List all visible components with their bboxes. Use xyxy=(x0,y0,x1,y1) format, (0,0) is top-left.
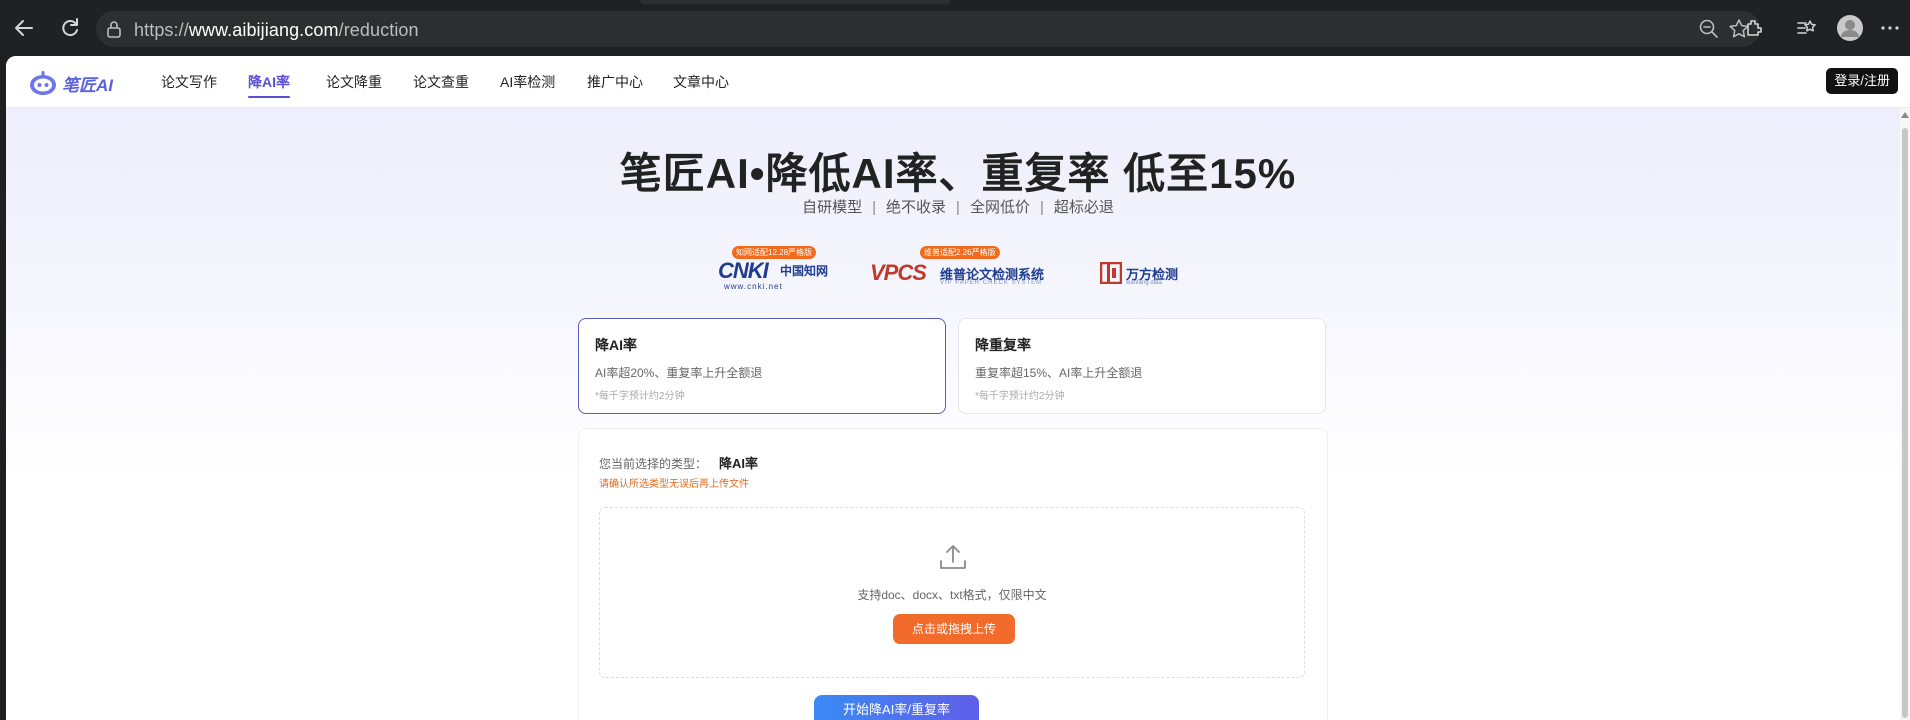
zoom-icon[interactable] xyxy=(1698,18,1720,45)
url-text[interactable]: https://www.aibijiang.com/reduction xyxy=(134,20,419,41)
more-menu-icon[interactable] xyxy=(1874,12,1906,44)
selected-type-row: 您当前选择的类型： 降AI率 xyxy=(599,453,758,472)
upload-button[interactable]: 点击或拖拽上传 xyxy=(893,614,1015,644)
upload-icon xyxy=(940,545,966,569)
login-register-button[interactable]: 登录/注册 xyxy=(1826,68,1898,94)
back-icon[interactable] xyxy=(8,12,40,44)
feature-list: 自研模型 | 绝不收录 | 全网低价 | 超标必退 xyxy=(802,199,1114,216)
wanfang-partner-logo: 万方检测 wanfang data xyxy=(1096,246,1196,294)
card-description: AI率超20%、重复率上升全额退 xyxy=(595,366,763,380)
nav-item-paper-writing[interactable]: 论文写作 xyxy=(161,72,217,92)
card-title: 降重复率 xyxy=(975,337,1031,353)
web-page: 笔匠AI 论文写作 降AI率 论文降重 论文查重 AI率检测 推广中心 文章中心… xyxy=(6,56,1910,720)
card-description: 重复率超15%、AI率上升全额退 xyxy=(975,366,1143,380)
upload-format-hint: 支持doc、docx、txt格式，仅限中文 xyxy=(857,588,1047,602)
scrollbar-thumb[interactable] xyxy=(1902,128,1908,718)
robot-logo-icon xyxy=(30,71,56,95)
selected-type-label: 您当前选择的类型： xyxy=(599,457,708,471)
reload-icon[interactable] xyxy=(54,12,86,44)
favorites-list-icon[interactable] xyxy=(1790,12,1822,44)
option-card-reduce-ai[interactable]: 降AI率 AI率超20%、重复率上升全额退 *每千字预计约2分钟 xyxy=(578,318,946,414)
feature-item: 全网低价 xyxy=(969,199,1030,216)
option-card-reduce-duplication[interactable]: 降重复率 重复率超15%、AI率上升全额退 *每千字预计约2分钟 xyxy=(958,318,1326,414)
feature-item: 超标必退 xyxy=(1053,199,1114,216)
logo-text: 笔匠AI xyxy=(62,75,113,95)
nav-item-reduce-ai-rate[interactable]: 降AI率 xyxy=(248,72,290,98)
start-reduction-button[interactable]: 开始降AI率/重复率 xyxy=(814,695,979,720)
upload-warning: 请确认所选类型无误后再上传文件 xyxy=(599,479,749,490)
top-nav: 笔匠AI 论文写作 降AI率 论文降重 论文查重 AI率检测 推广中心 文章中心… xyxy=(6,56,1910,108)
lock-icon[interactable] xyxy=(106,20,122,43)
nav-item-promotion-center[interactable]: 推广中心 xyxy=(587,72,643,92)
selected-type-value: 降AI率 xyxy=(719,456,759,471)
nav-item-article-center[interactable]: 文章中心 xyxy=(673,72,729,92)
wanfang-mark-icon xyxy=(1100,262,1122,284)
scroll-up-arrow-icon[interactable] xyxy=(1901,112,1909,118)
address-bar[interactable]: https://www.aibijiang.com/reduction xyxy=(96,11,1760,47)
page-title: 笔匠AI•降低AI率、重复率 低至15% xyxy=(619,150,1297,197)
feature-item: 自研模型 xyxy=(802,199,863,216)
nav-item-plagiarism-check[interactable]: 论文查重 xyxy=(413,72,469,92)
nav-item-paper-dedup[interactable]: 论文降重 xyxy=(326,72,382,92)
extensions-icon[interactable] xyxy=(1738,12,1770,44)
vpcs-tag-badge: 维普适配2.26严格版 xyxy=(920,246,1000,259)
page-scrollbar[interactable] xyxy=(1900,108,1910,720)
site-logo[interactable]: 笔匠AI xyxy=(28,70,113,96)
feature-item: 绝不收录 xyxy=(886,199,947,216)
nav-item-ai-detection[interactable]: AI率检测 xyxy=(500,72,555,92)
profile-avatar-icon[interactable] xyxy=(1834,12,1866,44)
browser-chrome: https://www.aibijiang.com/reduction xyxy=(0,0,1910,56)
card-title: 降AI率 xyxy=(595,337,637,353)
card-note: *每千字预计约2分钟 xyxy=(975,391,1065,402)
active-tab-edge xyxy=(640,0,950,4)
upload-panel: 您当前选择的类型： 降AI率 请确认所选类型无误后再上传文件 支持doc、docx… xyxy=(578,428,1328,720)
vpcs-partner-logo: 维普适配2.26严格版 VPCS 维普论文检测系统 VIP PAPER CHEC… xyxy=(870,246,1045,286)
cnki-partner-logo: 知网适配12.28严格版 CNKI 中国知网 www.cnki.net xyxy=(718,246,829,291)
file-dropzone[interactable]: 支持doc、docx、txt格式，仅限中文 点击或拖拽上传 xyxy=(599,507,1305,678)
card-note: *每千字预计约2分钟 xyxy=(595,391,685,402)
